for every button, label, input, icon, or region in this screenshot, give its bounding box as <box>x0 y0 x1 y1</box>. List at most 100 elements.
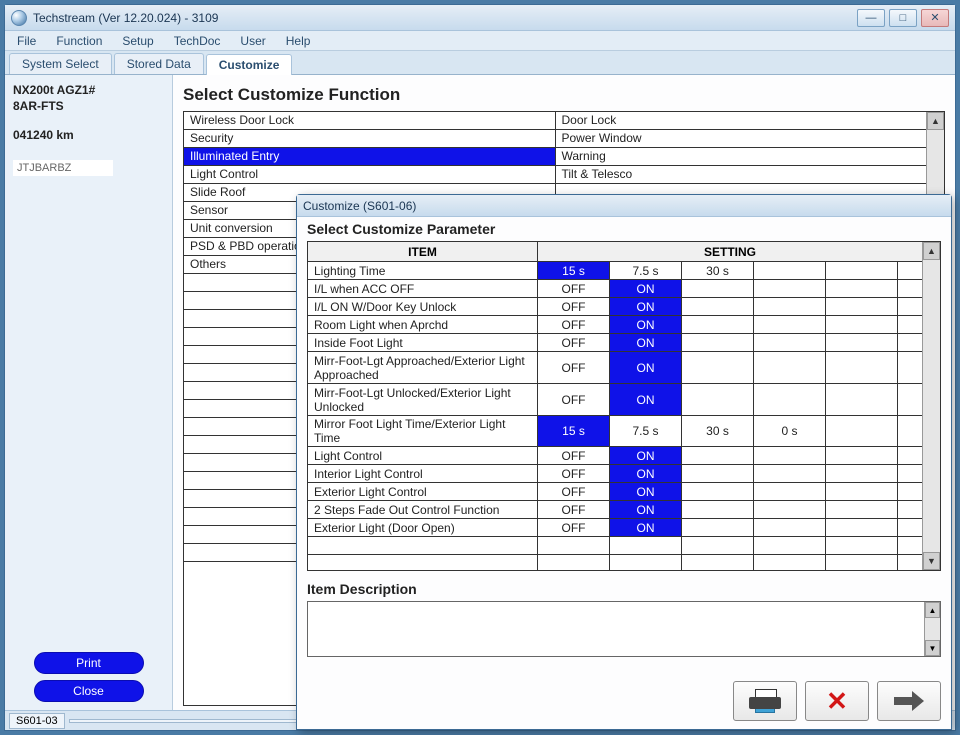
scroll-up-icon[interactable]: ▲ <box>927 112 944 130</box>
param-option[interactable]: 7.5 s <box>610 262 682 279</box>
param-scrollbar[interactable]: ▲ ▼ <box>922 242 940 570</box>
maximize-button[interactable]: □ <box>889 9 917 27</box>
param-option[interactable]: OFF <box>538 298 610 315</box>
menu-setup[interactable]: Setup <box>114 32 161 50</box>
param-option[interactable]: OFF <box>538 465 610 482</box>
param-item <box>308 555 538 570</box>
param-option <box>682 334 754 351</box>
param-option[interactable]: 15 s <box>538 262 610 279</box>
popup-cancel-button[interactable]: ✕ <box>805 681 869 721</box>
param-option[interactable]: ON <box>610 384 682 415</box>
param-option[interactable]: 15 s <box>538 416 610 446</box>
param-option[interactable]: 30 s <box>682 262 754 279</box>
titlebar: Techstream (Ver 12.20.024) - 3109 — □ ✕ <box>5 5 955 31</box>
menu-techdoc[interactable]: TechDoc <box>166 32 229 50</box>
scroll-down-icon[interactable]: ▼ <box>923 552 940 570</box>
param-option <box>682 384 754 415</box>
popup-print-button[interactable] <box>733 681 797 721</box>
description-box: ▲ ▼ <box>307 601 941 657</box>
param-option[interactable]: OFF <box>538 280 610 297</box>
function-cell[interactable]: Tilt & Telesco <box>556 166 927 183</box>
param-option[interactable]: ON <box>610 316 682 333</box>
print-button[interactable]: Print <box>34 652 144 674</box>
function-row: Illuminated EntryWarning <box>184 148 926 166</box>
param-row: Inside Foot LightOFFON <box>308 334 922 352</box>
param-option[interactable]: OFF <box>538 352 610 383</box>
param-option[interactable]: OFF <box>538 447 610 464</box>
param-option <box>754 384 826 415</box>
param-item: Lighting Time <box>308 262 538 279</box>
param-item: Room Light when Aprchd <box>308 316 538 333</box>
vin-field[interactable] <box>13 160 113 176</box>
param-settings: OFFON <box>538 334 922 351</box>
param-row: Mirr-Foot-Lgt Unlocked/Exterior Light Un… <box>308 384 922 416</box>
param-option <box>538 537 610 554</box>
param-row: I/L ON W/Door Key UnlockOFFON <box>308 298 922 316</box>
param-option <box>682 465 754 482</box>
popup-heading: Select Customize Parameter <box>307 221 941 237</box>
menu-user[interactable]: User <box>232 32 273 50</box>
tab-system-select[interactable]: System Select <box>9 53 112 74</box>
param-option[interactable]: OFF <box>538 483 610 500</box>
param-option[interactable]: ON <box>610 483 682 500</box>
param-option[interactable]: OFF <box>538 334 610 351</box>
popup-next-button[interactable] <box>877 681 941 721</box>
param-option <box>826 465 898 482</box>
scroll-up-icon[interactable]: ▲ <box>923 242 940 260</box>
close-button-side[interactable]: Close <box>34 680 144 702</box>
tab-row: System SelectStored DataCustomize <box>5 51 955 75</box>
status-code: S601-03 <box>9 713 65 729</box>
function-cell[interactable]: Warning <box>556 148 927 165</box>
minimize-button[interactable]: — <box>857 9 885 27</box>
param-option[interactable]: ON <box>610 280 682 297</box>
tab-customize[interactable]: Customize <box>206 54 293 75</box>
param-option[interactable]: OFF <box>538 316 610 333</box>
param-header-item: ITEM <box>308 242 538 261</box>
param-option[interactable]: ON <box>610 519 682 536</box>
param-settings: OFFON <box>538 447 922 464</box>
param-settings: OFFON <box>538 298 922 315</box>
close-button[interactable]: ✕ <box>921 9 949 27</box>
param-option[interactable]: ON <box>610 298 682 315</box>
param-option <box>826 416 898 446</box>
menu-help[interactable]: Help <box>278 32 319 50</box>
menu-function[interactable]: Function <box>48 32 110 50</box>
param-option[interactable]: 30 s <box>682 416 754 446</box>
param-option[interactable]: 0 s <box>754 416 826 446</box>
function-cell[interactable]: Security <box>184 130 556 147</box>
param-option[interactable]: OFF <box>538 384 610 415</box>
function-cell[interactable]: Wireless Door Lock <box>184 112 556 129</box>
param-option <box>754 501 826 518</box>
param-item <box>308 537 538 554</box>
param-item: Interior Light Control <box>308 465 538 482</box>
function-cell[interactable]: Light Control <box>184 166 556 183</box>
param-option <box>682 316 754 333</box>
param-option[interactable]: ON <box>610 465 682 482</box>
function-row: Wireless Door LockDoor Lock <box>184 112 926 130</box>
param-item: Mirr-Foot-Lgt Approached/Exterior Light … <box>308 352 538 383</box>
menu-file[interactable]: File <box>9 32 44 50</box>
param-option <box>682 352 754 383</box>
param-option[interactable]: ON <box>610 334 682 351</box>
param-option <box>754 352 826 383</box>
scroll-up-icon[interactable]: ▲ <box>925 602 940 618</box>
param-option[interactable]: ON <box>610 352 682 383</box>
param-option[interactable]: ON <box>610 501 682 518</box>
param-option[interactable]: ON <box>610 447 682 464</box>
param-option <box>754 447 826 464</box>
param-option <box>754 537 826 554</box>
function-cell[interactable]: Power Window <box>556 130 927 147</box>
function-row: Light ControlTilt & Telesco <box>184 166 926 184</box>
param-option[interactable]: OFF <box>538 519 610 536</box>
param-option[interactable]: OFF <box>538 501 610 518</box>
function-cell[interactable]: Illuminated Entry <box>184 148 556 165</box>
param-header-setting: SETTING <box>538 242 922 261</box>
param-row: 2 Steps Fade Out Control FunctionOFFON <box>308 501 922 519</box>
param-row: Mirror Foot Light Time/Exterior Light Ti… <box>308 416 922 447</box>
param-option[interactable]: 7.5 s <box>610 416 682 446</box>
function-cell[interactable]: Door Lock <box>556 112 927 129</box>
param-option <box>610 537 682 554</box>
scroll-down-icon[interactable]: ▼ <box>925 640 940 656</box>
tab-stored-data[interactable]: Stored Data <box>114 53 204 74</box>
description-scrollbar[interactable]: ▲ ▼ <box>924 602 940 656</box>
